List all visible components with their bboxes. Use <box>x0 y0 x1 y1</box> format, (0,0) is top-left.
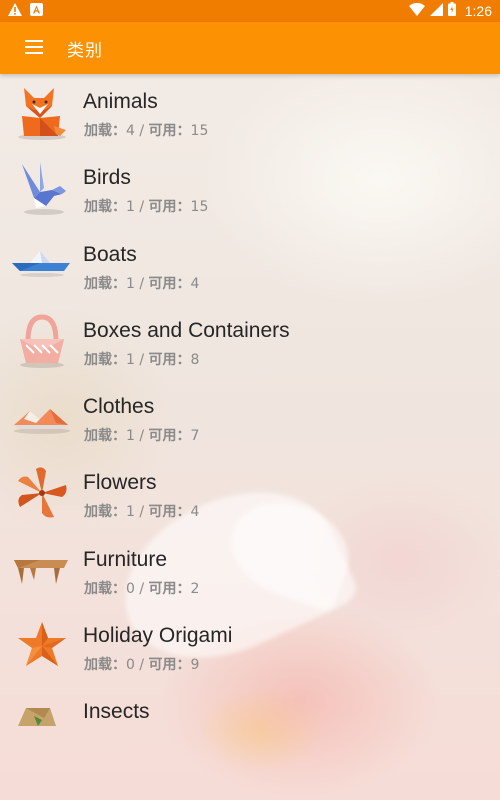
category-counts: 加载：4 / 可用：15 <box>84 123 209 139</box>
category-counts: 加载：1 / 可用：4 <box>84 504 200 521</box>
category-title: Furniture <box>83 547 168 571</box>
category-counts: 加载：0 / 可用：2 <box>84 580 200 597</box>
boat-origami-icon <box>10 235 72 295</box>
category-title: Clothes <box>83 395 155 419</box>
page-title: 类别 <box>67 41 103 61</box>
list-item-holiday-origami[interactable]: Holiday Origami 加载：0 / 可用：9 <box>0 608 500 684</box>
list-item-insects[interactable]: Insects <box>0 684 500 726</box>
star-origami-icon <box>10 616 72 676</box>
status-time: 1:26 <box>464 3 492 19</box>
hat-origami-icon <box>10 387 72 447</box>
status-bar: 1:26 <box>0 0 500 22</box>
category-counts: 加载：1 / 可用：15 <box>84 199 209 216</box>
list-item-furniture[interactable]: Furniture 加载：0 / 可用：2 <box>0 532 500 608</box>
fox-origami-icon <box>10 82 72 142</box>
insect-origami-icon <box>10 692 72 726</box>
list-item-birds[interactable]: Birds 加载：1 / 可用：15 <box>0 150 500 226</box>
wifi-icon <box>408 2 425 20</box>
list-item-boxes-and-containers[interactable]: Boxes and Containers 加载：1 / 可用：8 <box>0 303 500 379</box>
menu-button[interactable] <box>14 28 54 68</box>
warning-icon <box>8 3 22 20</box>
flower-origami-icon <box>10 463 72 523</box>
table-origami-icon <box>10 540 72 600</box>
category-list: Animals 加载：4 / 可用：15 Birds 加载：1 / 可用：15 <box>0 74 500 726</box>
battery-icon <box>447 2 456 20</box>
list-item-boats[interactable]: Boats 加载：1 / 可用：4 <box>0 227 500 303</box>
category-counts: 加载：1 / 可用：7 <box>84 428 200 445</box>
list-item-clothes[interactable]: Clothes 加载：1 / 可用：7 <box>0 379 500 455</box>
hamburger-menu-icon <box>25 39 43 58</box>
category-title: Boxes and Containers <box>83 318 290 342</box>
basket-origami-icon <box>10 311 72 371</box>
app-bar: 类别 <box>0 22 500 74</box>
category-title: Flowers <box>83 471 157 495</box>
app-notification-icon <box>30 3 43 20</box>
list-item-animals[interactable]: Animals 加载：4 / 可用：15 <box>0 74 500 150</box>
category-title: Boats <box>83 242 137 266</box>
cell-signal-icon <box>429 2 443 20</box>
category-title: Birds <box>83 166 131 190</box>
category-counts: 加载：0 / 可用：9 <box>84 657 200 674</box>
list-fade-area <box>0 726 500 800</box>
category-counts: 加载：1 / 可用：4 <box>84 275 200 292</box>
list-item-flowers[interactable]: Flowers 加载：1 / 可用：4 <box>0 455 500 531</box>
category-title: Insects <box>83 700 150 724</box>
bird-origami-icon <box>10 158 72 218</box>
category-title: Animals <box>83 90 158 113</box>
category-counts: 加载：1 / 可用：8 <box>84 351 200 368</box>
category-title: Holiday Origami <box>83 624 233 648</box>
